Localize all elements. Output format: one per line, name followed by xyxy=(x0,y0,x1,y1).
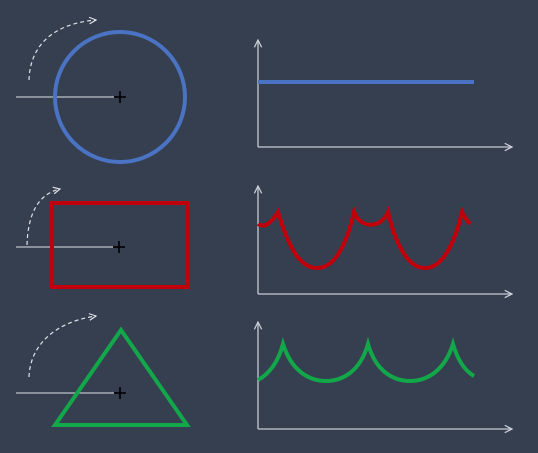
row-rectangle xyxy=(16,186,512,294)
rolling-shapes-diagram xyxy=(0,0,538,453)
rotation-arrow-icon xyxy=(26,189,60,246)
chart-axes xyxy=(258,40,512,147)
rectangle-height-profile xyxy=(256,205,472,271)
row-triangle xyxy=(16,316,512,429)
rectangle-shape xyxy=(50,201,190,289)
triangle-height-profile xyxy=(256,336,476,384)
crosshair-icon xyxy=(114,91,126,103)
triangle-shape xyxy=(51,326,191,427)
crosshair-icon xyxy=(113,241,125,253)
row-circle xyxy=(16,20,512,164)
chart-axes xyxy=(258,186,512,294)
crosshair-icon xyxy=(114,387,126,399)
rotation-arrow-icon xyxy=(28,316,96,378)
